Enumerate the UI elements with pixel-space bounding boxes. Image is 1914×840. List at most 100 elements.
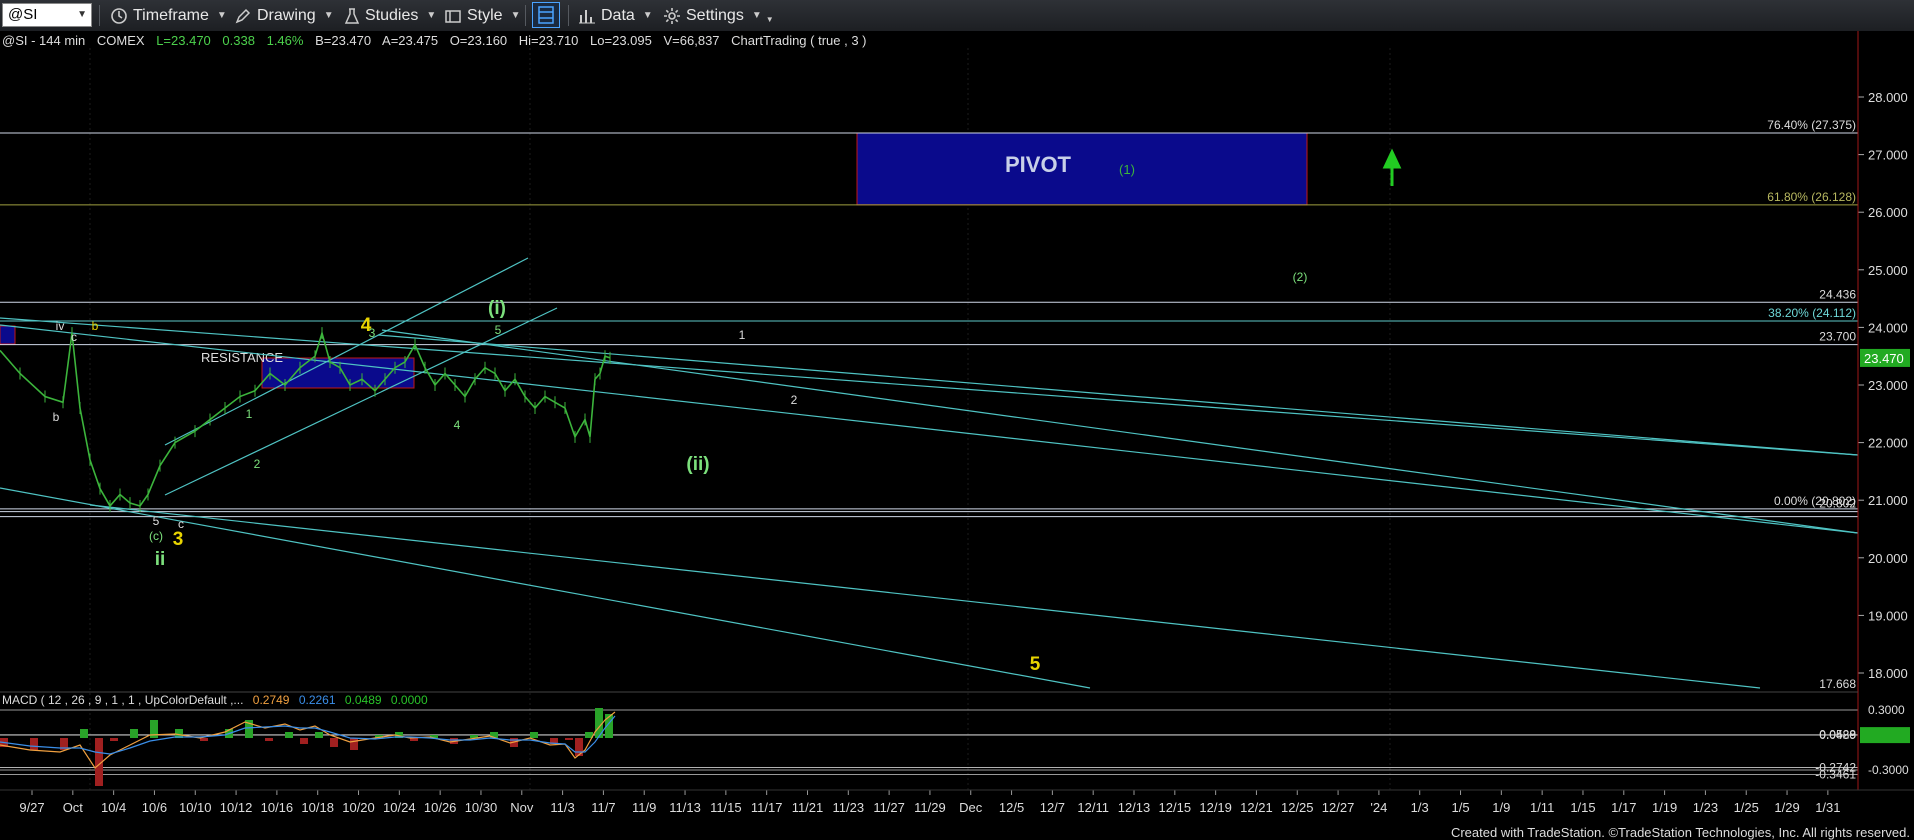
clock-icon xyxy=(111,7,127,24)
x-tick-label: 12/5 xyxy=(999,800,1024,815)
level-label: 76.40% (27.375) xyxy=(1767,118,1856,132)
x-tick-label: 10/12 xyxy=(220,800,253,815)
wave-label: 4 xyxy=(454,418,461,432)
y-tick-label: 24.000 xyxy=(1868,320,1908,335)
gear-icon xyxy=(664,7,680,24)
x-tick-label: 12/15 xyxy=(1159,800,1192,815)
x-tick-label: 10/10 xyxy=(179,800,212,815)
y-tick-label: 27.000 xyxy=(1868,148,1908,163)
drawing-button[interactable]: Drawing ▼ xyxy=(234,4,334,27)
macd-signal-value: 0.2261 xyxy=(299,693,336,707)
wave-label: 2 xyxy=(254,457,261,471)
zone-fragment xyxy=(0,325,16,345)
macd-tick-label: -0.3000 xyxy=(1868,763,1909,777)
x-tick-label: Nov xyxy=(510,800,534,815)
header-low: Lo=23.095 xyxy=(590,33,652,48)
macd-hist-bar xyxy=(200,738,208,741)
style-label: Style xyxy=(467,6,503,24)
wave-label: b xyxy=(92,319,99,333)
x-tick-label: 11/23 xyxy=(833,800,865,815)
symbol-input[interactable]: @SI ▼ xyxy=(2,3,92,27)
chevron-down-icon: ▼ xyxy=(216,10,227,21)
wave-label: (ii) xyxy=(686,454,709,475)
y-tick-label: 25.000 xyxy=(1868,263,1908,278)
x-tick-label: 11/21 xyxy=(792,800,824,815)
x-tick-label: 11/3 xyxy=(550,800,574,815)
y-tick-label: 26.000 xyxy=(1868,205,1908,220)
pivot-zone xyxy=(856,132,1308,206)
x-tick-label: 10/26 xyxy=(424,800,457,815)
wave-label: 2 xyxy=(791,393,798,407)
x-tick-label: 1/11 xyxy=(1530,800,1554,815)
chevron-down-icon: ▼ xyxy=(642,10,653,21)
x-tick-label: 1/19 xyxy=(1652,800,1677,815)
header-symbol: @SI - 144 min xyxy=(2,33,85,48)
header-high: Hi=23.710 xyxy=(519,33,579,48)
wave-label: 3 xyxy=(173,529,184,550)
header-open: O=23.160 xyxy=(450,33,507,48)
x-tick-label: 1/9 xyxy=(1492,800,1510,815)
x-tick-label: 12/27 xyxy=(1322,800,1355,815)
x-tick-label: 11/15 xyxy=(710,800,742,815)
style-button[interactable]: Style ▼ xyxy=(444,4,520,27)
macd-hist-value: 0.0489 xyxy=(345,693,382,707)
x-tick-label: Dec xyxy=(959,800,983,815)
x-tick-label: 11/29 xyxy=(914,800,946,815)
macd-hist-bar xyxy=(130,729,138,738)
x-tick-label: 1/5 xyxy=(1451,800,1469,815)
last-price-label: 23.470 xyxy=(1864,351,1904,366)
timeframe-button[interactable]: Timeframe ▼ xyxy=(110,4,227,27)
wave-label: iv xyxy=(56,319,65,333)
header-bid: B=23.470 xyxy=(315,33,371,48)
drawing-label: Drawing xyxy=(257,6,316,24)
macd-tick-label: 0.0489 xyxy=(1819,728,1856,742)
macd-tick-label: 0.3000 xyxy=(1868,703,1905,717)
symbol-value: @SI xyxy=(8,6,38,23)
header-study: ChartTrading ( true , 3 ) xyxy=(731,33,866,48)
x-tick-label: 10/20 xyxy=(342,800,375,815)
header-ask: A=23.475 xyxy=(382,33,438,48)
style-icon xyxy=(445,9,461,23)
x-tick-label: 1/15 xyxy=(1570,800,1595,815)
y-tick-label: 19.000 xyxy=(1868,608,1908,623)
y-tick-label: 22.000 xyxy=(1868,436,1908,451)
wave-label: 5 xyxy=(495,323,502,337)
macd-badge xyxy=(1860,727,1910,744)
data-button[interactable]: Data ▼ xyxy=(578,4,653,27)
x-tick-label: 10/30 xyxy=(465,800,498,815)
studies-button[interactable]: Studies ▼ xyxy=(344,4,436,27)
macd-hist-bar xyxy=(285,732,293,738)
layout-button[interactable] xyxy=(532,2,560,28)
macd-hist-bar xyxy=(350,738,358,750)
price-chart[interactable]: @SI - 144 min COMEX L=23.470 0.338 1.46%… xyxy=(0,31,1914,840)
x-tick-label: 12/11 xyxy=(1077,800,1109,815)
x-tick-label: 10/16 xyxy=(261,800,294,815)
x-tick-label: 10/18 xyxy=(301,800,334,815)
x-tick-label: 10/6 xyxy=(142,800,167,815)
x-tick-label: 11/27 xyxy=(873,800,905,815)
wave-label: ii xyxy=(155,549,166,570)
x-tick-label: 12/7 xyxy=(1040,800,1065,815)
x-tick-label: 11/7 xyxy=(591,800,615,815)
macd-hist-bar xyxy=(330,738,338,747)
macd-hist-bar xyxy=(30,738,38,750)
chevron-down-icon[interactable]: ▼ xyxy=(77,4,87,26)
header-change-pct: 1.46% xyxy=(267,33,304,48)
macd-hist-bar xyxy=(300,738,308,744)
level-label: 23.700 xyxy=(1819,330,1856,344)
settings-label: Settings xyxy=(686,6,744,24)
x-tick-label: 12/25 xyxy=(1281,800,1314,815)
macd-header: MACD ( 12 , 26 , 9 , 1 , 1 , UpColorDefa… xyxy=(2,693,428,707)
header-change: 0.338 xyxy=(222,33,255,48)
x-tick-label: 1/25 xyxy=(1734,800,1759,815)
settings-button[interactable]: Settings ▼ ▼ xyxy=(663,4,774,27)
bar-chart-icon xyxy=(579,9,595,23)
pivot-label: PIVOT xyxy=(1005,152,1072,177)
x-tick-label: 1/29 xyxy=(1774,800,1799,815)
footer-credit: Created with TradeStation. ©TradeStation… xyxy=(1450,825,1910,840)
layout-icon xyxy=(538,6,554,24)
macd-hist-bar xyxy=(110,738,118,741)
chevron-down-icon: ▼ xyxy=(751,10,762,21)
level-label: 24.436 xyxy=(1819,287,1856,301)
pencil-icon xyxy=(235,8,251,23)
